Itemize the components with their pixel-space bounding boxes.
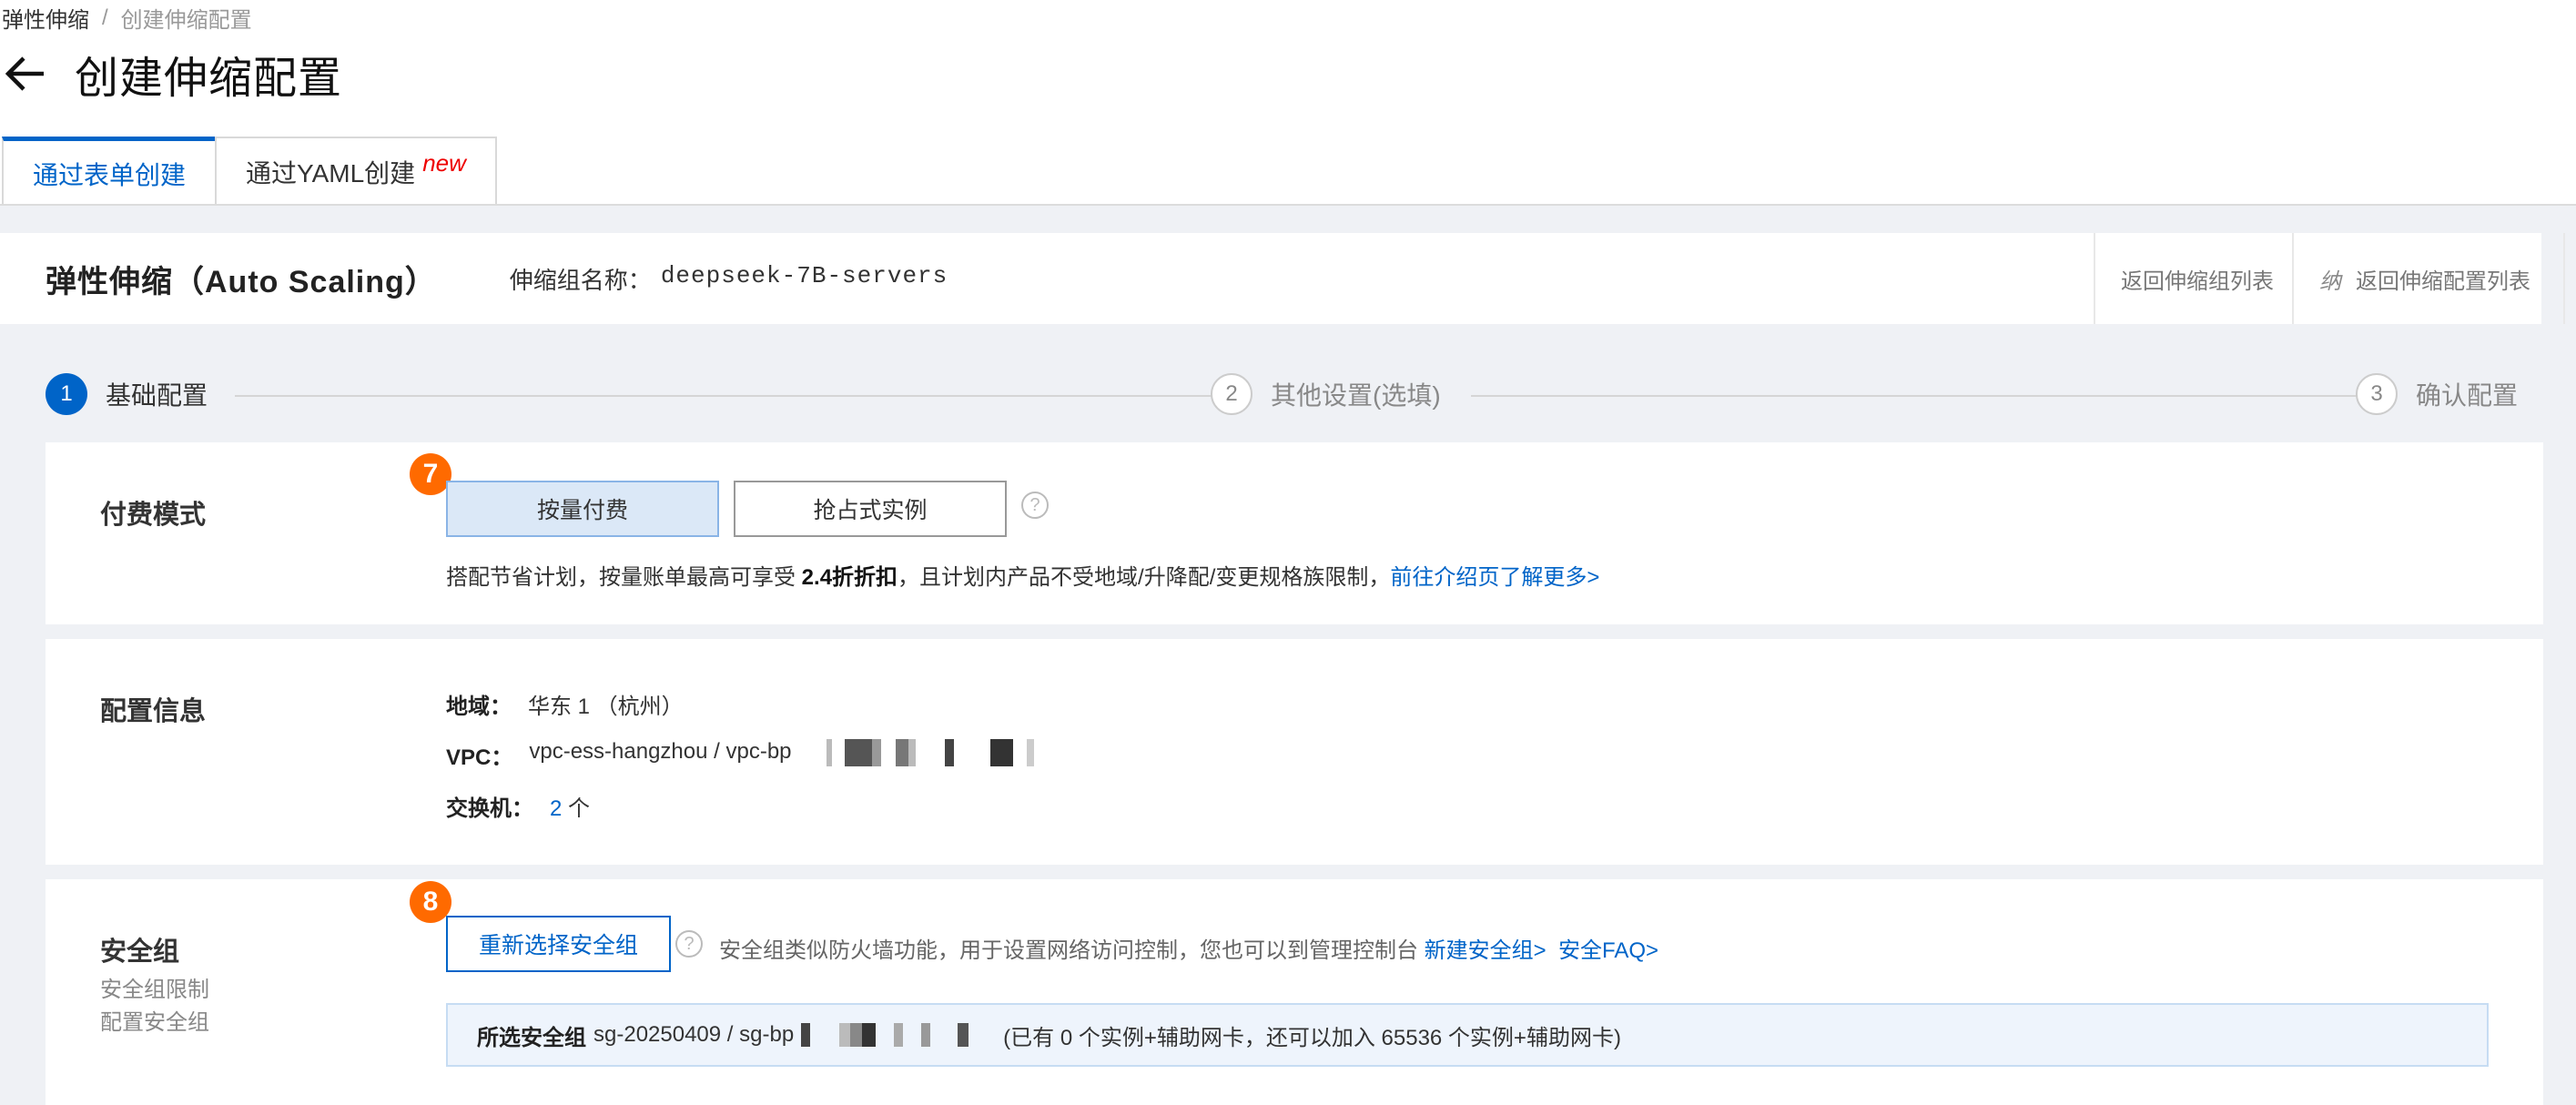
create-security-group-link[interactable]: 新建安全组> [1425,938,1547,963]
region-row: 地域： 华东 1 （杭州） [446,688,684,720]
learn-more-link[interactable]: 前往介绍页了解更多> [1390,565,1599,590]
step-number: 3 [2356,373,2398,415]
back-to-config-list-link[interactable]: 纳 返回伸缩配置列表 [2292,233,2565,324]
step-connector [1471,395,2381,397]
link-label: 返回伸缩组列表 [2121,269,2274,294]
tab-label: 通过YAML创建 [246,159,416,188]
discount-text: 2.4折折扣 [801,565,898,590]
step-basic-config: 1 基础配置 [46,373,208,415]
security-group-label: 安全组 [100,938,180,967]
option-label: 按量付费 [536,498,628,523]
vswitch-unit: 个 [568,796,591,821]
step-number: 1 [46,373,87,415]
step-confirm: 3 确认配置 [2356,373,2518,415]
selected-capacity: (已有 0 个实例+辅助网卡，还可以加入 65536 个实例+辅助网卡) [1003,1025,1621,1050]
redacted-mask [807,739,1036,766]
step-number: 2 [1211,373,1253,415]
arrow-left-icon[interactable] [4,53,46,95]
step-connector [235,395,1234,397]
selected-key: 所选安全组 [477,1025,586,1050]
billing-description: 搭配节省计划，按量账单最高可享受 2.4折折扣，且计划内产品不受地域/升降配/变… [446,559,1599,591]
creation-mode-tabs: 通过表单创建 通过YAML创建 new [2,137,497,207]
config-list-icon: 纳 [2319,269,2341,294]
breadcrumb: 弹性伸缩 / 创建伸缩配置 [2,2,252,34]
page-header: 创建伸缩配置 [4,42,342,106]
scaling-group-label: 伸缩组名称： [509,266,652,294]
security-group-section: 安全组 安全组限制 配置安全组 8 重新选择安全组 ? 安全组类似防火墙功能，用… [46,879,2543,1105]
step-label: 确认配置 [2416,381,2519,410]
wizard-steps: 1 基础配置 2 其他设置(选填) 3 确认配置 [46,373,2529,419]
vswitch-row: 交换机： 2 个 [446,790,590,822]
new-badge: new [422,148,466,177]
desc-text: ，且计划内产品不受地域/升降配/变更规格族限制， [898,565,1391,590]
config-info-section: 配置信息 地域： 华东 1 （杭州） VPC： vpc-ess-hangzhou… [46,639,2543,865]
desc-text: 安全组类似防火墙功能，用于设置网络访问控制，您也可以到管理控制台 [719,938,1418,963]
spot-instance-option[interactable]: 抢占式实例 [734,481,1007,537]
product-title: 弹性伸缩（Auto Scaling） [46,264,437,299]
security-faq-link[interactable]: 安全FAQ> [1558,938,1658,963]
breadcrumb-parent-link[interactable]: 弹性伸缩 [2,2,89,34]
vpc-key: VPC： [446,745,513,770]
config-info-label: 配置信息 [100,697,207,726]
option-label: 抢占式实例 [813,498,928,523]
vswitch-key: 交换机： [446,796,533,821]
step-label: 其他设置(选填) [1271,381,1441,410]
help-icon[interactable]: ? [1021,492,1049,519]
security-group-limit-link[interactable]: 安全组限制 [100,974,209,1007]
pay-as-you-go-option[interactable]: 按量付费 [446,481,719,537]
scaling-group-info: 伸缩组名称： deepseek-7B-servers [510,262,948,296]
selected-security-group-box: 所选安全组 sg-20250409 / sg-bp (已有 0 个实例+辅助网卡… [446,1003,2489,1067]
region-key: 地域： [446,694,512,719]
reselect-security-group-button[interactable]: 重新选择安全组 [446,916,672,972]
help-icon[interactable]: ? [675,930,703,958]
vpc-row: VPC： vpc-ess-hangzhou / vpc-bp [446,739,1036,771]
region-value: 华东 1 （杭州） [528,694,684,719]
selected-value: sg-20250409 / sg-bp [593,1022,795,1047]
desc-text: 搭配节省计划，按量账单最高可享受 [446,565,802,590]
tab-form-create[interactable]: 通过表单创建 [2,137,218,207]
breadcrumb-current: 创建伸缩配置 [120,8,252,33]
vswitch-count-link[interactable]: 2 [550,796,562,821]
breadcrumb-separator: / [102,5,108,30]
security-group-description: 安全组类似防火墙功能，用于设置网络访问控制，您也可以到管理控制台 新建安全组> … [719,932,1658,964]
vpc-value: vpc-ess-hangzhou / vpc-bp [529,739,792,764]
redacted-mask [794,1023,1004,1047]
link-label: 返回伸缩配置列表 [2356,269,2530,294]
billing-label: 付费模式 [100,501,207,530]
button-label: 重新选择安全组 [479,933,639,958]
step-label: 基础配置 [106,381,208,410]
tab-yaml-create[interactable]: 通过YAML创建 new [215,137,497,206]
billing-section: 付费模式 7 按量付费 抢占式实例 ? 搭配节省计划，按量账单最高可享受 2.4… [46,442,2543,624]
tab-label: 通过表单创建 [33,161,187,189]
back-to-group-list-link[interactable]: 返回伸缩组列表 [2094,233,2299,324]
page-title: 创建伸缩配置 [75,55,343,103]
scaling-group-name: deepseek-7B-servers [660,261,948,289]
security-group-config-link[interactable]: 配置安全组 [100,1007,209,1039]
step-other-settings: 2 其他设置(选填) [1211,373,1441,415]
scaling-group-header: 弹性伸缩（Auto Scaling） 伸缩组名称： deepseek-7B-se… [0,233,2565,324]
